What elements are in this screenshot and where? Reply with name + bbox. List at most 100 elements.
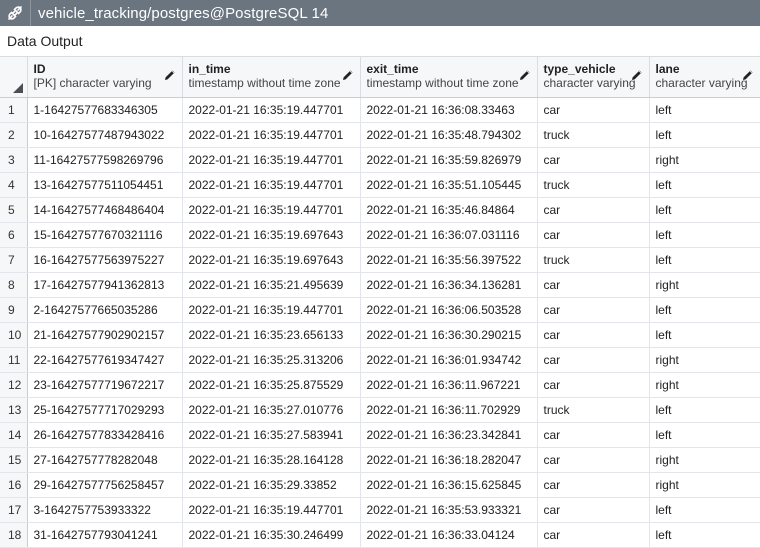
cell-exit-time[interactable]: 2022-01-21 16:36:30.290215 xyxy=(360,322,538,348)
cell-exit-time[interactable]: 2022-01-21 16:36:23.342841 xyxy=(360,422,538,448)
table-row[interactable]: 6 15-16427577670321116 2022-01-21 16:35:19… xyxy=(0,222,760,248)
cell-exit-time[interactable]: 2022-01-21 16:35:48.794302 xyxy=(360,122,538,148)
table-row[interactable]: 8 17-16427577941362813 2022-01-21 16:35:21… xyxy=(0,272,760,298)
cell-type-vehicle[interactable]: truck xyxy=(537,397,650,423)
plug-connection-icon[interactable] xyxy=(0,0,30,26)
cell-id[interactable]: 31-1642757793041241 xyxy=(27,522,183,548)
cell-in-time[interactable]: 2022-01-21 16:35:27.583941 xyxy=(182,422,361,448)
cell-type-vehicle[interactable]: car xyxy=(537,522,650,548)
pencil-edit-icon[interactable] xyxy=(342,69,354,81)
cell-lane[interactable]: right xyxy=(649,372,760,398)
cell-exit-time[interactable]: 2022-01-21 16:36:34.136281 xyxy=(360,272,538,298)
column-header-exit-time[interactable]: exit_time timestamp without time zone xyxy=(360,57,538,98)
cell-type-vehicle[interactable]: truck xyxy=(537,247,650,273)
cell-id[interactable]: 1-16427577683346305 xyxy=(27,97,183,123)
table-row[interactable]: 14 26-16427577833428416 2022-01-21 16:35:2… xyxy=(0,422,760,448)
cell-id[interactable]: 21-16427577902902157 xyxy=(27,322,183,348)
cell-in-time[interactable]: 2022-01-21 16:35:19.447701 xyxy=(182,197,361,223)
cell-lane[interactable]: left xyxy=(649,247,760,273)
cell-in-time[interactable]: 2022-01-21 16:35:28.164128 xyxy=(182,447,361,473)
column-header-in-time[interactable]: in_time timestamp without time zone xyxy=(182,57,361,98)
cell-type-vehicle[interactable]: truck xyxy=(537,172,650,198)
cell-lane[interactable]: left xyxy=(649,297,760,323)
row-number-cell[interactable]: 15 xyxy=(0,447,28,473)
cell-in-time[interactable]: 2022-01-21 16:35:19.447701 xyxy=(182,97,361,123)
table-row[interactable]: 15 27-1642757778282048 2022-01-21 16:35:28… xyxy=(0,447,760,473)
cell-exit-time[interactable]: 2022-01-21 16:36:18.282047 xyxy=(360,447,538,473)
cell-id[interactable]: 2-16427577665035286 xyxy=(27,297,183,323)
cell-exit-time[interactable]: 2022-01-21 16:36:06.503528 xyxy=(360,297,538,323)
cell-type-vehicle[interactable]: car xyxy=(537,472,650,498)
cell-exit-time[interactable]: 2022-01-21 16:35:56.397522 xyxy=(360,247,538,273)
cell-in-time[interactable]: 2022-01-21 16:35:19.447701 xyxy=(182,497,361,523)
row-number-cell[interactable]: 13 xyxy=(0,397,28,423)
cell-exit-time[interactable]: 2022-01-21 16:35:51.105445 xyxy=(360,172,538,198)
cell-lane[interactable]: left xyxy=(649,122,760,148)
cell-type-vehicle[interactable]: car xyxy=(537,447,650,473)
cell-id[interactable]: 26-16427577833428416 xyxy=(27,422,183,448)
cell-id[interactable]: 29-16427577756258457 xyxy=(27,472,183,498)
cell-lane[interactable]: right xyxy=(649,147,760,173)
row-number-cell[interactable]: 4 xyxy=(0,172,28,198)
cell-id[interactable]: 23-16427577719672217 xyxy=(27,372,183,398)
cell-in-time[interactable]: 2022-01-21 16:35:23.656133 xyxy=(182,322,361,348)
cell-exit-time[interactable]: 2022-01-21 16:36:11.702929 xyxy=(360,397,538,423)
cell-in-time[interactable]: 2022-01-21 16:35:19.697643 xyxy=(182,247,361,273)
data-output-tab[interactable]: Data Output xyxy=(0,26,760,57)
cell-exit-time[interactable]: 2022-01-21 16:36:15.625845 xyxy=(360,472,538,498)
cell-type-vehicle[interactable]: car xyxy=(537,297,650,323)
cell-lane[interactable]: left xyxy=(649,497,760,523)
cell-in-time[interactable]: 2022-01-21 16:35:19.447701 xyxy=(182,147,361,173)
table-row[interactable]: 17 3-1642757753933322 2022-01-21 16:35:19.… xyxy=(0,497,760,523)
cell-type-vehicle[interactable]: car xyxy=(537,497,650,523)
row-number-cell[interactable]: 16 xyxy=(0,472,28,498)
cell-lane[interactable]: left xyxy=(649,322,760,348)
cell-type-vehicle[interactable]: car xyxy=(537,322,650,348)
row-number-cell[interactable]: 11 xyxy=(0,347,28,373)
cell-in-time[interactable]: 2022-01-21 16:35:21.495639 xyxy=(182,272,361,298)
column-header-lane[interactable]: lane character varying xyxy=(649,57,760,98)
pencil-edit-icon[interactable] xyxy=(631,69,643,81)
cell-in-time[interactable]: 2022-01-21 16:35:19.697643 xyxy=(182,222,361,248)
table-row[interactable]: 2 10-16427577487943022 2022-01-21 16:35:19… xyxy=(0,122,760,148)
row-number-cell[interactable]: 14 xyxy=(0,422,28,448)
cell-exit-time[interactable]: 2022-01-21 16:35:59.826979 xyxy=(360,147,538,173)
cell-type-vehicle[interactable]: car xyxy=(537,272,650,298)
cell-in-time[interactable]: 2022-01-21 16:35:29.33852 xyxy=(182,472,361,498)
cell-in-time[interactable]: 2022-01-21 16:35:30.246499 xyxy=(182,522,361,548)
cell-lane[interactable]: right xyxy=(649,272,760,298)
cell-in-time[interactable]: 2022-01-21 16:35:25.875529 xyxy=(182,372,361,398)
row-number-cell[interactable]: 5 xyxy=(0,197,28,223)
row-number-cell[interactable]: 17 xyxy=(0,497,28,523)
cell-exit-time[interactable]: 2022-01-21 16:36:08.33463 xyxy=(360,97,538,123)
table-row[interactable]: 5 14-16427577468486404 2022-01-21 16:35:19… xyxy=(0,197,760,223)
cell-exit-time[interactable]: 2022-01-21 16:36:33.04124 xyxy=(360,522,538,548)
cell-type-vehicle[interactable]: car xyxy=(537,222,650,248)
cell-in-time[interactable]: 2022-01-21 16:35:19.447701 xyxy=(182,297,361,323)
column-header-id[interactable]: ID [PK] character varying xyxy=(27,57,183,98)
row-number-cell[interactable]: 12 xyxy=(0,372,28,398)
cell-lane[interactable]: left xyxy=(649,97,760,123)
table-row[interactable]: 4 13-16427577511054451 2022-01-21 16:35:19… xyxy=(0,172,760,198)
cell-in-time[interactable]: 2022-01-21 16:35:25.313206 xyxy=(182,347,361,373)
cell-type-vehicle[interactable]: car xyxy=(537,347,650,373)
cell-lane[interactable]: left xyxy=(649,222,760,248)
table-row[interactable]: 12 23-16427577719672217 2022-01-21 16:35:2… xyxy=(0,372,760,398)
table-row[interactable]: 18 31-1642757793041241 2022-01-21 16:35:30… xyxy=(0,522,760,548)
row-number-cell[interactable]: 18 xyxy=(0,522,28,548)
cell-lane[interactable]: left xyxy=(649,522,760,548)
cell-type-vehicle[interactable]: car xyxy=(537,147,650,173)
cell-id[interactable]: 14-16427577468486404 xyxy=(27,197,183,223)
row-number-cell[interactable]: 7 xyxy=(0,247,28,273)
cell-type-vehicle[interactable]: car xyxy=(537,97,650,123)
table-row[interactable]: 3 11-16427577598269796 2022-01-21 16:35:19… xyxy=(0,147,760,173)
cell-lane[interactable]: right xyxy=(649,347,760,373)
pencil-edit-icon[interactable] xyxy=(519,69,531,81)
cell-lane[interactable]: left xyxy=(649,397,760,423)
cell-exit-time[interactable]: 2022-01-21 16:35:53.933321 xyxy=(360,497,538,523)
cell-lane[interactable]: right xyxy=(649,472,760,498)
cell-lane[interactable]: right xyxy=(649,447,760,473)
row-number-cell[interactable]: 6 xyxy=(0,222,28,248)
cell-id[interactable]: 15-16427577670321116 xyxy=(27,222,183,248)
column-header-type-vehicle[interactable]: type_vehicle character varying xyxy=(537,57,650,98)
